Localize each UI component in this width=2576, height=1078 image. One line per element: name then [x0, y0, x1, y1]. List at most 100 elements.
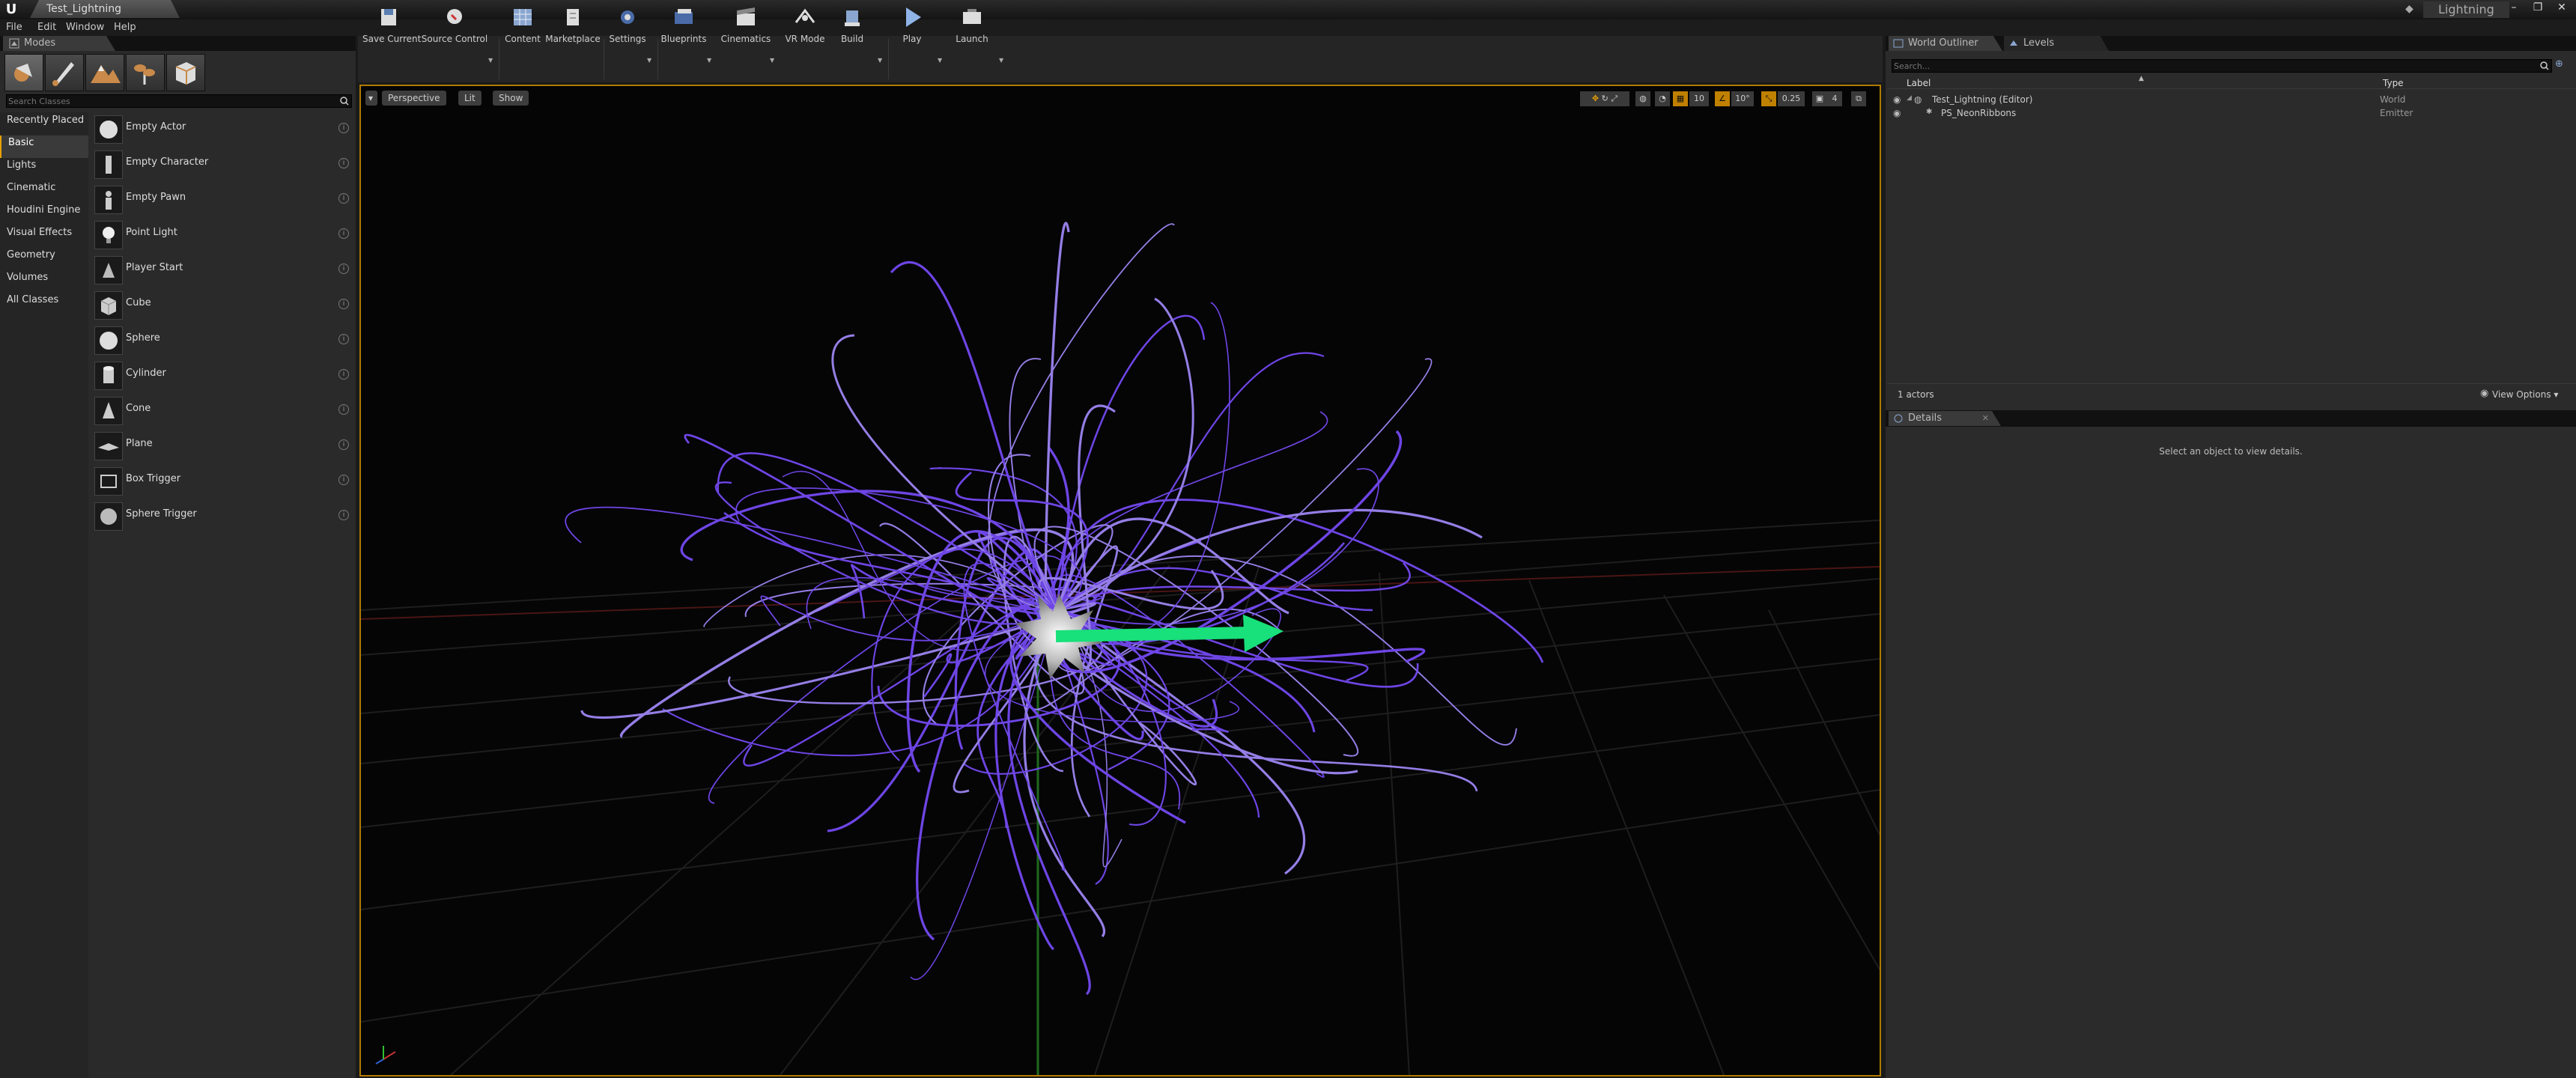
category-all-classes[interactable]: All Classes: [0, 293, 88, 315]
column-header-type[interactable]: Type: [2383, 78, 2404, 88]
category-recently-placed[interactable]: Recently Placed: [0, 113, 88, 135]
category-visual-effects[interactable]: Visual Effects: [0, 225, 88, 248]
visibility-eye-icon[interactable]: ◉: [1893, 108, 1901, 118]
world-local-toggle[interactable]: ◍: [1635, 91, 1650, 106]
content-button[interactable]: Content: [502, 0, 544, 46]
chevron-down-icon[interactable]: ▼: [707, 57, 711, 64]
menu-help[interactable]: Help: [114, 22, 136, 33]
chevron-down-icon[interactable]: ▼: [770, 57, 774, 64]
info-icon[interactable]: i: [338, 369, 349, 380]
list-item[interactable]: Plane i: [91, 429, 353, 463]
list-item[interactable]: Point Light i: [91, 218, 353, 252]
minimize-button[interactable]: –: [2504, 0, 2524, 16]
document-tab[interactable]: Test_Lightning: [30, 0, 180, 18]
info-icon[interactable]: i: [338, 193, 349, 204]
category-lights[interactable]: Lights: [0, 158, 88, 180]
source-control-button[interactable]: Source Control: [421, 0, 488, 46]
info-icon[interactable]: i: [338, 158, 349, 168]
geometry-mode-button[interactable]: [166, 54, 205, 91]
grid-snap-toggle[interactable]: ▦: [1673, 91, 1688, 106]
list-item[interactable]: Cone i: [91, 394, 353, 428]
list-item[interactable]: Cube i: [91, 288, 353, 323]
expand-arrow-icon[interactable]: ◢: [1907, 94, 1912, 102]
launch-button[interactable]: Launch: [948, 0, 996, 46]
close-button[interactable]: ✕: [2552, 0, 2572, 16]
info-icon[interactable]: i: [338, 299, 349, 309]
info-icon[interactable]: i: [338, 404, 349, 415]
close-tab-icon[interactable]: ✕: [1982, 411, 1989, 426]
info-icon[interactable]: i: [338, 264, 349, 274]
info-icon[interactable]: i: [338, 439, 349, 450]
menu-file[interactable]: File: [6, 22, 22, 33]
chevron-down-icon[interactable]: ▼: [878, 57, 882, 64]
build-button[interactable]: Build: [831, 0, 873, 46]
list-item[interactable]: Player Start i: [91, 253, 353, 287]
chevron-down-icon[interactable]: ▼: [488, 57, 493, 64]
info-icon[interactable]: i: [338, 334, 349, 344]
transform-tools-group[interactable]: ✥ ↻ ⤢: [1580, 91, 1629, 106]
surface-snap-toggle[interactable]: ◔: [1655, 91, 1670, 106]
list-item[interactable]: Sphere i: [91, 323, 353, 358]
class-search-input[interactable]: [8, 95, 323, 107]
grid-snap-value[interactable]: 10: [1689, 91, 1709, 106]
category-houdini-engine[interactable]: Houdini Engine: [0, 203, 88, 225]
list-item[interactable]: Box Trigger i: [91, 464, 353, 499]
place-mode-button[interactable]: [4, 54, 43, 91]
category-geometry[interactable]: Geometry: [0, 248, 88, 270]
list-item[interactable]: Empty Character i: [91, 147, 353, 182]
table-row[interactable]: ◉ ✱ PS_NeonRibbons Emitter: [1890, 108, 2573, 120]
play-icon: [906, 7, 921, 27]
show-button[interactable]: Show: [493, 91, 529, 106]
marketplace-button[interactable]: Marketplace: [545, 0, 601, 46]
view-mode-button[interactable]: Perspective: [382, 91, 446, 106]
info-icon[interactable]: i: [338, 475, 349, 485]
info-icon[interactable]: i: [338, 123, 349, 133]
tab-world-outliner[interactable]: World Outliner: [1889, 36, 2002, 51]
tab-details[interactable]: Details ✕: [1889, 411, 2001, 426]
lit-button[interactable]: Lit: [458, 91, 482, 106]
save-current-button[interactable]: Save Current: [362, 0, 421, 46]
list-item[interactable]: Empty Pawn i: [91, 183, 353, 217]
paint-mode-button[interactable]: [45, 54, 84, 91]
chevron-down-icon[interactable]: ▼: [647, 57, 651, 64]
play-button[interactable]: Play: [891, 0, 933, 46]
settings-button[interactable]: Settings: [607, 0, 648, 46]
info-icon[interactable]: i: [338, 228, 349, 239]
table-row[interactable]: ◉ ◢ ◍ Test_Lightning (Editor) World: [1890, 94, 2573, 106]
world-icon: ◍: [1914, 94, 1922, 105]
level-viewport[interactable]: ▾ Perspective Lit Show ✥ ↻ ⤢ ◍ ◔ ▦ 10 ∠ …: [359, 85, 1881, 1077]
viewport-scene[interactable]: [361, 86, 1880, 1075]
info-icon[interactable]: i: [338, 510, 349, 520]
scale-snap-toggle[interactable]: ⤡: [1761, 91, 1776, 106]
chevron-down-icon[interactable]: ▼: [999, 57, 1003, 64]
rotation-snap-toggle[interactable]: ∠: [1715, 91, 1730, 106]
landscape-mode-button[interactable]: [85, 54, 124, 91]
visibility-eye-icon[interactable]: ◉: [1893, 94, 1901, 105]
scale-snap-value[interactable]: 0.25: [1778, 91, 1805, 106]
viewport-options-button[interactable]: ▾: [365, 91, 377, 106]
cinematics-button[interactable]: Cinematics: [717, 0, 774, 46]
globe-icon: ◍: [1639, 94, 1647, 103]
column-header-label[interactable]: Label: [1907, 78, 1931, 88]
foliage-mode-button[interactable]: [126, 54, 165, 91]
outliner-search-input[interactable]: [1894, 60, 2493, 72]
category-cinematic[interactable]: Cinematic: [0, 180, 88, 203]
chevron-down-icon[interactable]: ▼: [938, 57, 942, 64]
add-filter-icon[interactable]: ⊕: [2555, 58, 2569, 70]
list-item[interactable]: Sphere Trigger i: [91, 499, 353, 534]
menu-window[interactable]: Window: [66, 22, 104, 33]
view-options-button[interactable]: View Options ▾: [2492, 389, 2558, 400]
vr-mode-button[interactable]: VR Mode: [780, 0, 830, 46]
category-basic[interactable]: Basic: [0, 135, 88, 158]
rotation-snap-value[interactable]: 10°: [1731, 91, 1754, 106]
list-item[interactable]: Cylinder i: [91, 359, 353, 393]
camera-speed-value[interactable]: 4: [1827, 91, 1842, 106]
maximize-viewport-button[interactable]: ⧉: [1851, 91, 1866, 106]
maximize-button[interactable]: ❐: [2528, 0, 2548, 16]
modes-tab[interactable]: Modes: [3, 36, 115, 51]
tab-levels[interactable]: Levels: [2004, 36, 2109, 51]
menu-edit[interactable]: Edit: [37, 22, 56, 33]
category-volumes[interactable]: Volumes: [0, 270, 88, 293]
list-item[interactable]: Empty Actor i: [91, 112, 353, 147]
blueprints-button[interactable]: Blueprints: [659, 0, 708, 46]
